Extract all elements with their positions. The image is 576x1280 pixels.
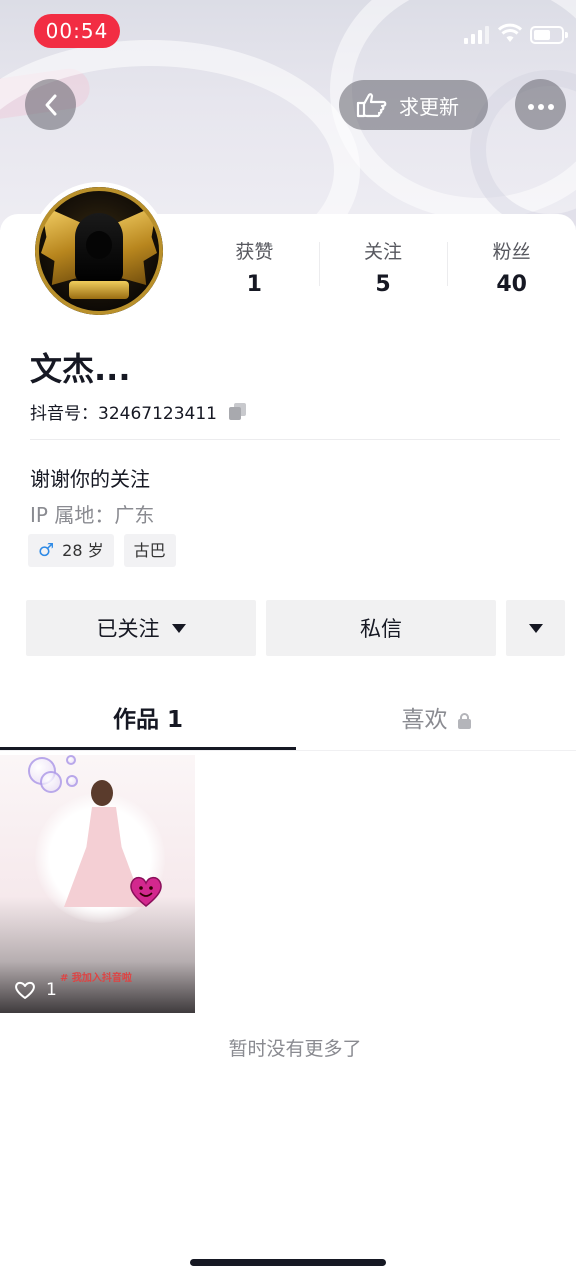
profile-page: 00:54 求更新 获赞 1 关注 5 粉丝 40 文杰... 抖音号：3246… <box>0 0 576 1280</box>
followed-button[interactable]: 已关注 <box>26 600 256 656</box>
video-like-count: 1 <box>14 980 57 1000</box>
message-button-label: 私信 <box>360 617 402 641</box>
tab-likes[interactable]: 喜欢 <box>296 700 576 748</box>
profile-tags: ♂ 28 岁 古巴 <box>28 534 186 567</box>
ip-location: IP 属地：广东 <box>30 503 155 527</box>
douyin-id-row: 抖音号：32467123411 <box>30 399 247 424</box>
video-like-count-value: 1 <box>46 980 57 1000</box>
heart-sticker-icon <box>130 876 162 907</box>
tab-divider <box>0 750 576 751</box>
stat-followers-value: 40 <box>496 272 527 297</box>
message-button[interactable]: 私信 <box>266 600 496 656</box>
ellipsis-icon <box>526 95 556 114</box>
stat-likes[interactable]: 获赞 1 <box>190 238 319 302</box>
male-icon: ♂ <box>38 540 55 561</box>
copy-icon[interactable] <box>228 402 247 421</box>
stat-following-label: 关注 <box>364 241 403 263</box>
tab-likes-label: 喜欢 <box>401 707 448 733</box>
profile-name: 文杰... <box>30 350 131 388</box>
location-tag: 古巴 <box>123 534 176 567</box>
caret-down-icon <box>528 623 543 633</box>
status-time: 00:54 <box>34 14 120 48</box>
stat-likes-label: 获赞 <box>235 241 274 263</box>
avatar-image <box>35 187 163 315</box>
chevron-left-icon <box>45 94 56 115</box>
home-indicator[interactable] <box>190 1259 386 1266</box>
video-thumbnail[interactable]: # 我加入抖音啦 1 <box>0 755 195 1013</box>
profile-stats: 获赞 1 关注 5 粉丝 40 <box>190 238 576 302</box>
recommend-dropdown-button[interactable] <box>506 600 565 656</box>
request-update-label: 求更新 <box>399 94 459 119</box>
battery-icon <box>530 26 568 44</box>
stat-following[interactable]: 关注 5 <box>318 238 448 302</box>
followed-button-label: 已关注 <box>96 617 160 641</box>
douyin-id: 抖音号：32467123411 <box>30 404 217 424</box>
tab-works-label: 作品 1 <box>112 707 183 733</box>
profile-bio: 谢谢你的关注 <box>30 467 150 491</box>
hand-point-icon <box>356 93 387 118</box>
wifi-icon <box>498 23 522 42</box>
divider <box>30 439 560 440</box>
tab-works[interactable]: 作品 1 <box>0 700 296 748</box>
video-hashtag: # 我加入抖音啦 <box>60 973 132 984</box>
cellular-signal-icon <box>464 26 490 44</box>
age-tag: ♂ 28 岁 <box>28 534 114 567</box>
stat-followers[interactable]: 粉丝 40 <box>447 238 576 302</box>
lock-icon <box>457 712 471 729</box>
stat-followers-label: 粉丝 <box>492 241 531 263</box>
stat-likes-value: 1 <box>246 272 262 297</box>
back-button[interactable] <box>25 79 76 130</box>
caret-down-icon <box>171 623 186 633</box>
age-tag-label: 28 岁 <box>62 541 104 560</box>
status-bar: 00:54 <box>0 0 576 60</box>
stat-following-value: 5 <box>375 272 391 297</box>
request-update-button[interactable]: 求更新 <box>339 80 488 130</box>
heart-outline-icon <box>15 981 35 999</box>
more-options-button[interactable] <box>515 79 566 130</box>
location-tag-label: 古巴 <box>133 541 166 560</box>
avatar[interactable] <box>30 182 168 320</box>
no-more-text: 暂时没有更多了 <box>228 1038 362 1060</box>
